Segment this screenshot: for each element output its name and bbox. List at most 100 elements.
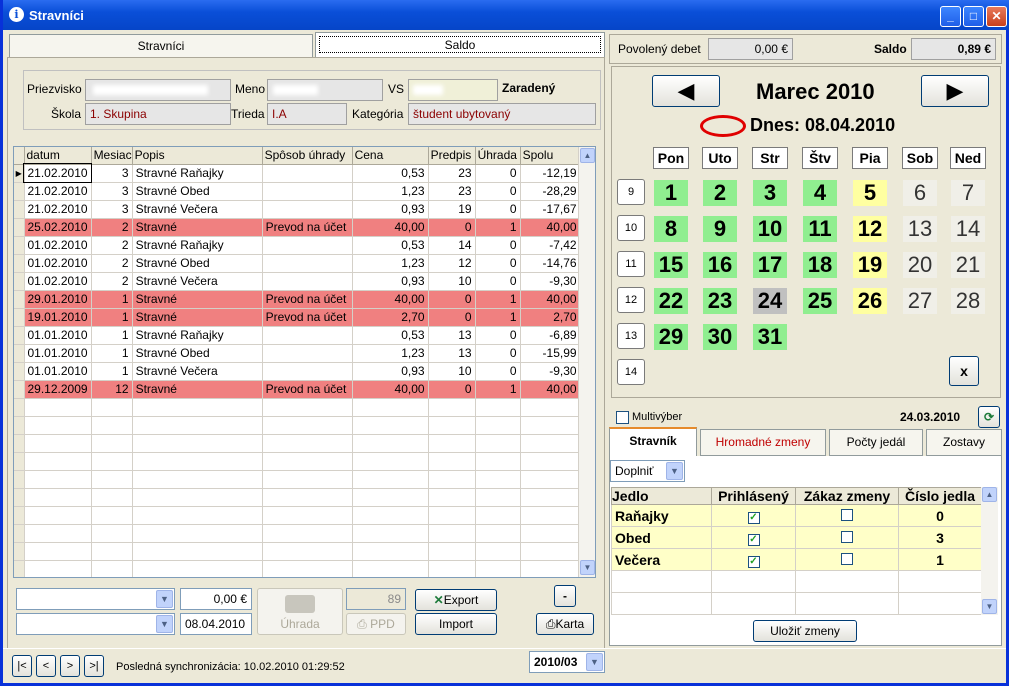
export-button[interactable]: ✕Export [415,589,497,611]
cell-uhrada[interactable]: 1 [475,290,521,309]
day-11[interactable]: 11 [803,216,837,242]
cell-spolu[interactable]: -6,89 [520,326,581,345]
nav-last-button[interactable]: >| [84,655,104,677]
cell-uhrada[interactable]: 0 [475,362,521,381]
cell-datum[interactable]: 01.01.2010 [24,362,92,381]
day-3[interactable]: 3 [753,180,787,206]
cell-sposob[interactable] [262,272,353,291]
nav-first-button[interactable]: |< [12,655,32,677]
cell-mesiac[interactable]: 1 [91,290,133,309]
day-23[interactable]: 23 [703,288,737,314]
day-26[interactable]: 26 [853,288,887,314]
row-indicator[interactable] [14,362,25,381]
day-20[interactable]: 20 [903,252,937,278]
minimize-button[interactable]: _ [940,6,961,27]
close-button[interactable]: ✕ [986,6,1007,27]
grid-scrollbar[interactable]: ▲ ▼ [578,147,595,577]
cell-uhrada[interactable]: 1 [475,218,521,237]
cell-cena[interactable]: 1,23 [352,344,429,363]
cell-spolu[interactable]: 40,00 [520,380,581,399]
current-row-icon[interactable]: ▶ [14,164,25,183]
nav-prev-button[interactable]: < [36,655,56,677]
header-datum[interactable]: datum [24,147,92,165]
tab-stravnik[interactable]: Stravník [609,427,697,457]
prihlaseny-checkbox[interactable]: ✓ [747,512,760,524]
cell-cena[interactable]: 0,53 [352,326,429,345]
cell-datum[interactable]: 01.02.2010 [24,272,92,291]
cell-mesiac[interactable]: 1 [91,344,133,363]
cell-sposob[interactable]: Prevod na účet [262,308,353,327]
cell-popis[interactable]: Stravné [132,218,263,237]
cell-spolu[interactable]: -7,42 [520,236,581,255]
day-4[interactable]: 4 [803,180,837,206]
maximize-button[interactable]: □ [963,6,984,27]
debet-field[interactable]: 0,00 € [708,38,793,60]
day-8[interactable]: 8 [654,216,688,242]
cell-cena[interactable]: 0,53 [352,236,429,255]
dow-4[interactable]: Štv [802,147,838,169]
ppd-button[interactable]: ⎙ PPD [346,613,406,635]
multivyber-checkbox[interactable] [616,411,629,424]
cell-predpis[interactable]: 10 [428,362,476,381]
table-row[interactable]: 01.01.2010 1 Stravné Večera 0,93 10 0 -9,30 [14,362,581,381]
cell-datum[interactable]: 29.12.2009 [24,380,92,399]
cell-popis[interactable]: Stravné Večera [132,272,263,291]
table-row[interactable]: 25.02.2010 2 Stravné Prevod na účet 40,00 0 1 4… [14,218,581,237]
day-29[interactable]: 29 [654,324,688,350]
day-15[interactable]: 15 [654,252,688,278]
cell-uhrada[interactable]: 0 [475,344,521,363]
row-indicator[interactable] [14,254,25,273]
cell-datum[interactable]: 01.01.2010 [24,326,92,345]
cell-popis[interactable]: Stravné Raňajky [132,326,263,345]
table-row[interactable]: 19.01.2010 1 Stravné Prevod na účet 2,70 0 1 2,… [14,308,581,327]
chevron-down-icon[interactable]: ▼ [666,462,683,480]
day-18[interactable]: 18 [803,252,837,278]
cell-popis[interactable]: Stravné [132,308,263,327]
saldo-grid[interactable]: datum Mesiac Popis Spôsob úhrady Cena Pr… [13,146,596,578]
cell-cena[interactable]: 1,23 [352,254,429,273]
cell-cena[interactable]: 1,23 [352,182,429,201]
prihlaseny-checkbox[interactable]: ✓ [747,556,760,568]
cell-uhrada[interactable]: 0 [475,164,521,183]
day-12[interactable]: 12 [853,216,887,242]
cell-popis[interactable]: Stravné Obed [132,182,263,201]
day-13[interactable]: 13 [903,216,937,242]
cell-popis[interactable]: Stravné Raňajky [132,236,263,255]
row-indicator[interactable] [14,380,25,399]
cell-spolu[interactable]: 40,00 [520,290,581,309]
table-row[interactable]: 29.01.2010 1 Stravné Prevod na účet 40,00 0 1 4… [14,290,581,309]
dow-5[interactable]: Pia [852,147,888,169]
day-1[interactable]: 1 [654,180,688,206]
day-24[interactable]: 24 [753,288,787,314]
day-16[interactable]: 16 [703,252,737,278]
cell-spolu[interactable]: -12,19 [520,164,581,183]
next-month-button[interactable]: ▶ [921,75,989,107]
dow-2[interactable]: Uto [702,147,738,169]
skola-field[interactable]: 1. Skupina [85,103,231,125]
cell-sposob[interactable] [262,164,353,183]
cell-spolu[interactable]: 40,00 [520,218,581,237]
day-28[interactable]: 28 [951,288,985,314]
week-14-button[interactable]: 14 [617,359,645,385]
cell-cena[interactable]: 2,70 [352,308,429,327]
row-indicator[interactable] [14,218,25,237]
week-12-button[interactable]: 12 [617,287,645,313]
cell-popis[interactable]: Stravné [132,290,263,309]
cell-mesiac[interactable]: 1 [91,326,133,345]
cell-sposob[interactable] [262,200,353,219]
cell-cena[interactable]: 0,93 [352,200,429,219]
cell-predpis[interactable]: 23 [428,164,476,183]
cell-spolu[interactable]: -9,30 [520,362,581,381]
cell-predpis[interactable]: 10 [428,272,476,291]
table-row[interactable]: 01.02.2010 2 Stravné Večera 0,93 10 0 -9,30 [14,272,581,291]
cell-datum[interactable]: 19.01.2010 [24,308,92,327]
table-row[interactable]: 21.02.2010 3 Stravné Večera 0,93 19 0 -17,67 [14,200,581,219]
cell-mesiac[interactable]: 3 [91,182,133,201]
karta-button[interactable]: ⎙Karta [536,613,594,635]
cell-mesiac[interactable]: 12 [91,380,133,399]
header-cena[interactable]: Cena [352,147,429,165]
zakaz-checkbox[interactable] [841,508,853,521]
cell-uhrada[interactable]: 1 [475,308,521,327]
dow-1[interactable]: Pon [653,147,689,169]
cell-spolu[interactable]: -28,29 [520,182,581,201]
